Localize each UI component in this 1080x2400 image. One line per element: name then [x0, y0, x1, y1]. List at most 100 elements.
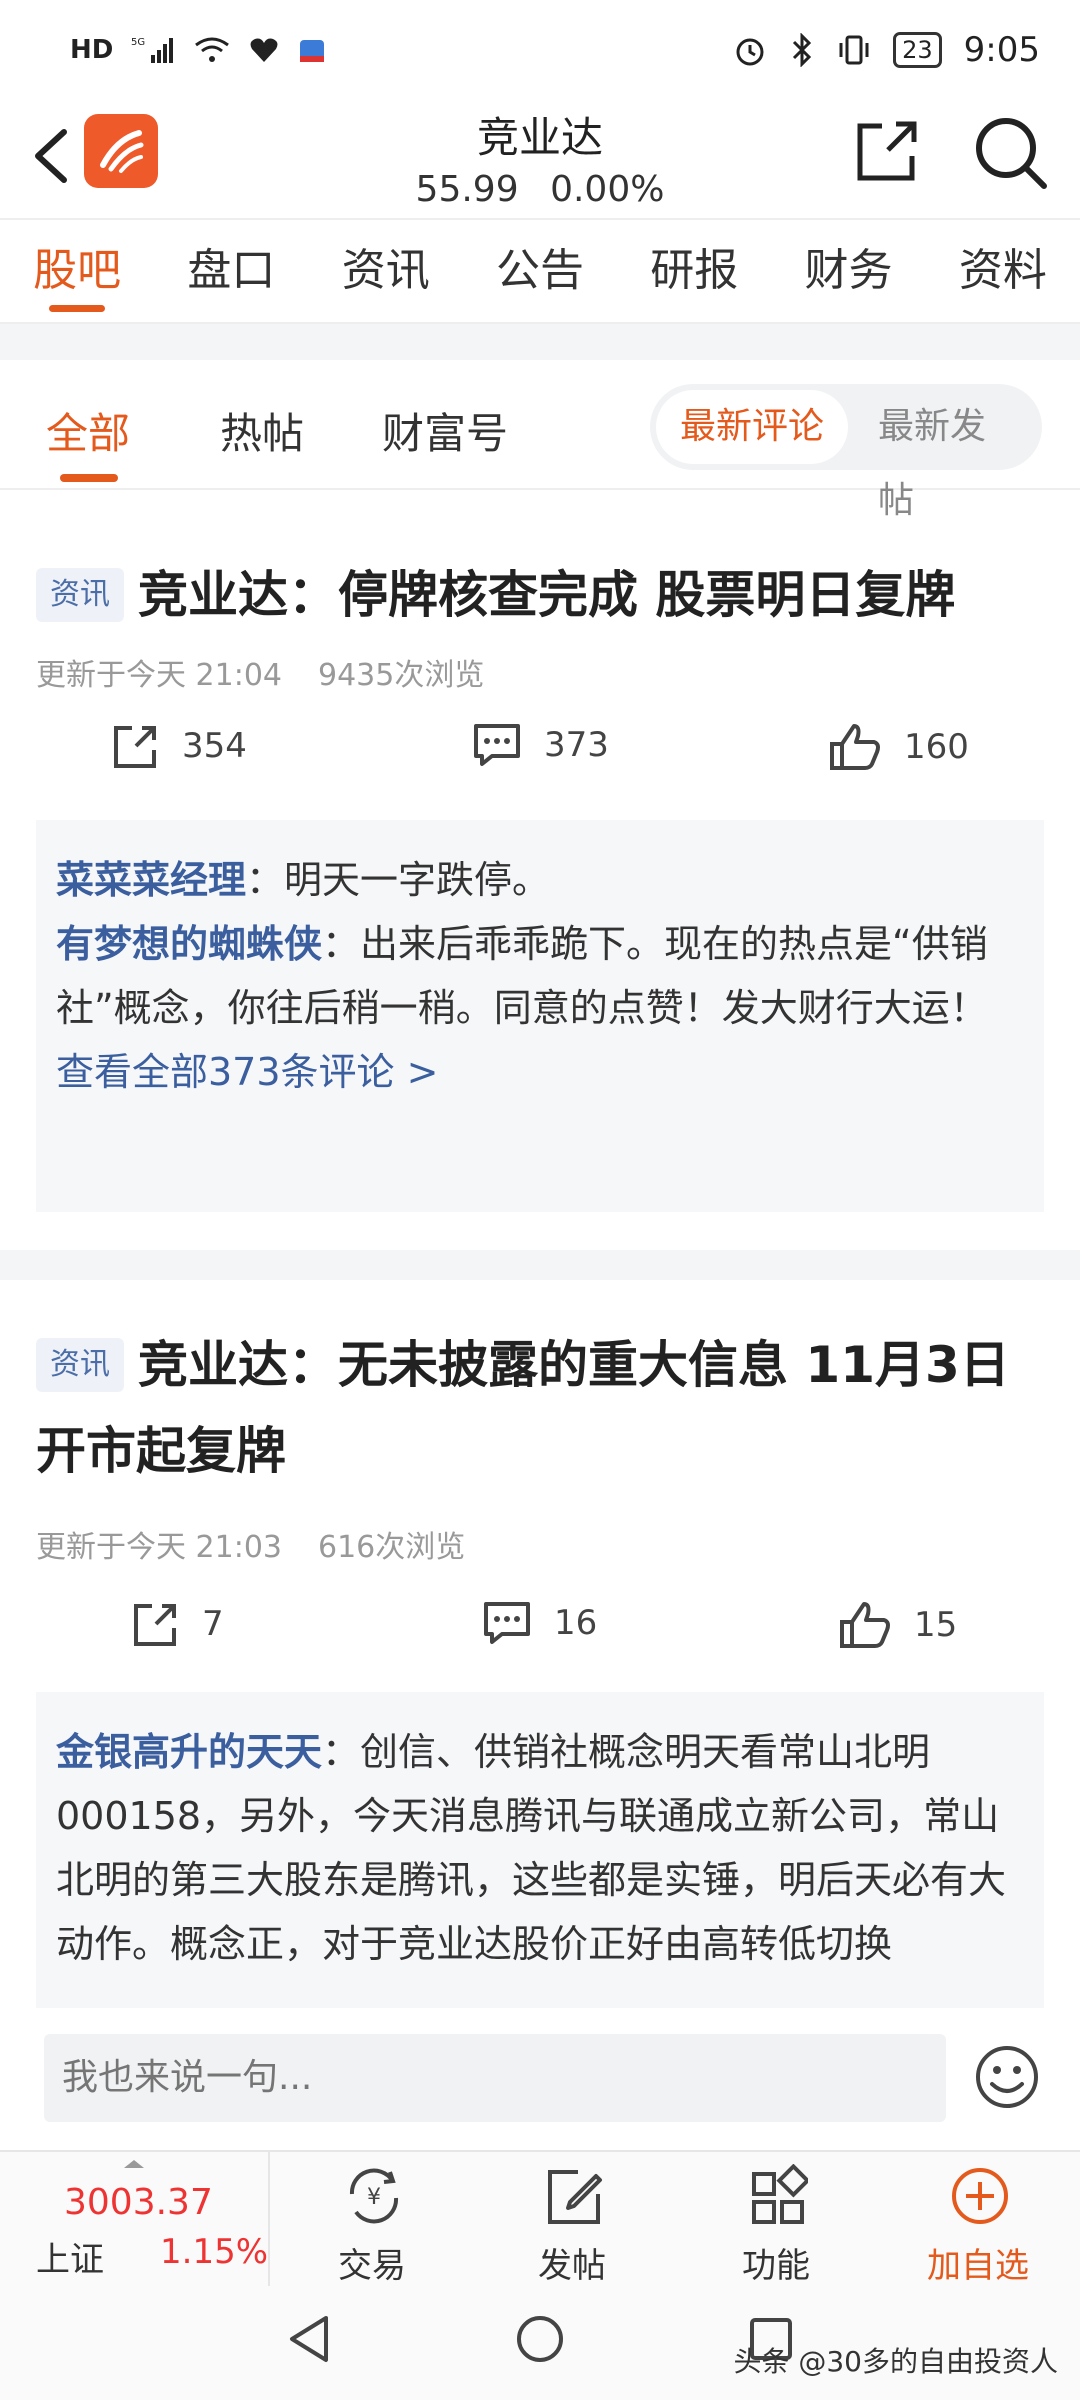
comment-icon — [474, 724, 520, 766]
nav-functions[interactable]: 功能 — [676, 2152, 876, 2288]
expand-up-icon — [124, 2160, 144, 2168]
comment-item: 菜菜菜经理：明天一字跌停。 — [56, 848, 1024, 912]
post-updated: 更新于今天 21:03 — [36, 1530, 282, 1565]
section-divider — [0, 324, 1080, 360]
sort-latest-post[interactable]: 最新发帖 — [854, 390, 1042, 521]
alarm-icon — [736, 38, 764, 66]
index-percent: 1.15% — [160, 2232, 269, 2272]
share-action[interactable]: 354 — [112, 722, 247, 770]
home-circle-icon[interactable] — [515, 2314, 565, 2364]
system-nav-bar: 头条 @30多的自由投资人 — [0, 2286, 1080, 2400]
search-icon[interactable] — [970, 112, 1050, 192]
status-bar: HD 5G 23 9:05 — [0, 0, 1080, 100]
nav-trade[interactable]: ¥ 交易 — [272, 2152, 472, 2288]
comment-preview[interactable]: 金银高升的天天：创信、供销社概念明天看常山北明000158，另外，今天消息腾讯与… — [36, 1692, 1044, 2008]
comment-count: 16 — [554, 1603, 598, 1643]
like-action[interactable]: 15 — [838, 1600, 957, 1650]
post-updated: 更新于今天 21:04 — [36, 658, 282, 693]
tab-guba[interactable]: 股吧 — [0, 218, 154, 324]
status-left-icons: HD 5G — [70, 34, 327, 66]
nav-trade-label: 交易 — [338, 2246, 406, 2286]
thumbs-up-icon — [840, 1602, 890, 1648]
tab-announcements[interactable]: 公告 — [463, 218, 617, 324]
post-title[interactable]: 资讯 竞业达：停牌核查完成 股票明日复牌 — [36, 552, 1046, 638]
comment-item: 有梦想的蜘蛛侠：出来后乖乖跪下。现在的热点是“供销社”概念，你往后稍一稍。同意的… — [56, 912, 1024, 1040]
subtab-indicator — [60, 474, 118, 482]
comment-preview[interactable]: 菜菜菜经理：明天一字跌停。 有梦想的蜘蛛侠：出来后乖乖跪下。现在的热点是“供销社… — [36, 820, 1044, 1212]
stock-change: 0.00% — [550, 169, 665, 210]
post-title-text: 竞业达：无未披露的重大信息 11月3日开市起复牌 — [36, 1336, 1010, 1480]
nav-add-watchlist[interactable]: 加自选 — [878, 2152, 1078, 2288]
comment-user[interactable]: 菜菜菜经理 — [56, 858, 246, 902]
back-triangle-icon[interactable] — [284, 2312, 334, 2366]
watermark: 头条 @30多的自由投资人 — [733, 2345, 1058, 2378]
nav-add-watchlist-label: 加自选 — [927, 2246, 1029, 2286]
share-count: 354 — [182, 726, 247, 766]
status-right-icons: 23 9:05 — [733, 30, 1040, 70]
comment-input[interactable] — [44, 2034, 946, 2122]
share-count: 7 — [202, 1604, 224, 1644]
post-views: 616次浏览 — [318, 1530, 466, 1565]
emoji-icon[interactable] — [974, 2044, 1040, 2110]
app-notification-icon — [300, 40, 325, 62]
like-count: 160 — [904, 727, 969, 767]
share-icon — [134, 1604, 176, 1646]
index-value: 3003.37 — [64, 2182, 213, 2223]
subtab-fortune[interactable]: 财富号 — [382, 400, 508, 461]
tab-profile[interactable]: 资料 — [926, 218, 1080, 324]
comment-composer — [0, 2008, 1080, 2150]
tab-research[interactable]: 研报 — [617, 218, 771, 324]
tab-pankou[interactable]: 盘口 — [154, 218, 308, 324]
wifi-icon — [195, 37, 230, 62]
comment-icon — [484, 1602, 530, 1644]
sort-toggle: 最新评论 最新发帖 — [650, 384, 1042, 521]
nav-post-label: 发帖 — [538, 2246, 606, 2286]
section-divider — [0, 1250, 1080, 1280]
sub-tabs: 全部 热帖 财富号 最新评论 最新发帖 — [0, 360, 1080, 521]
post-meta: 更新于今天 21:03 616次浏览 — [36, 1522, 465, 1566]
like-action[interactable]: 160 — [828, 722, 969, 772]
comment-action[interactable]: 373 — [472, 722, 609, 768]
app-logo — [84, 114, 158, 188]
add-circle-icon — [952, 2168, 1008, 2224]
comment-text: ：明天一字跌停。 — [246, 858, 551, 902]
post-card[interactable]: 资讯 竞业达：停牌核查完成 股票明日复牌 更新于今天 21:04 9435次浏览 3… — [0, 490, 1080, 1260]
news-tag: 资讯 — [36, 1338, 124, 1392]
bottom-nav: 3003.37 上证 1.15% ¥ 交易 发帖 功能 加自选 — [0, 2150, 1080, 2288]
back-icon[interactable] — [24, 120, 84, 190]
comment-user[interactable]: 有梦想的蜘蛛侠 — [56, 922, 322, 966]
trade-icon: ¥ — [349, 2168, 399, 2224]
share-icon — [114, 726, 156, 768]
thumbs-up-icon — [830, 724, 880, 770]
like-count: 15 — [914, 1605, 958, 1645]
clock: 9:05 — [963, 30, 1040, 70]
logo-mark-icon — [100, 130, 144, 173]
compose-icon — [548, 2170, 602, 2224]
sort-latest-comment[interactable]: 最新评论 — [656, 390, 849, 464]
tab-finance[interactable]: 财务 — [771, 218, 925, 324]
post-meta: 更新于今天 21:04 9435次浏览 — [36, 650, 484, 694]
comment-user[interactable]: 金银高升的天天 — [56, 1730, 322, 1774]
post-actions: 354 373 160 — [0, 722, 1080, 792]
share-action[interactable]: 7 — [132, 1600, 224, 1648]
post-card[interactable]: 资讯 竞业达：无未披露的重大信息 11月3日开市起复牌 更新于今天 21:03 61… — [0, 1280, 1080, 2008]
vibrate-icon — [839, 35, 869, 65]
nav-functions-label: 功能 — [742, 2246, 810, 2286]
nav-post[interactable]: 发帖 — [472, 2152, 672, 2288]
subtab-all[interactable]: 全部 — [46, 400, 130, 461]
stock-header: 竞业达 55.99 0.00% — [0, 100, 1080, 218]
comment-action[interactable]: 16 — [482, 1600, 597, 1646]
svg-text:¥: ¥ — [367, 2185, 381, 2210]
comment-item: 金银高升的天天：创信、供销社概念明天看常山北明000158，另外，今天消息腾讯与… — [56, 1720, 1024, 1976]
share-icon[interactable] — [852, 116, 922, 186]
index-ticker[interactable]: 3003.37 上证 1.15% — [0, 2152, 270, 2288]
post-title[interactable]: 资讯 竞业达：无未披露的重大信息 11月3日开市起复牌 — [36, 1322, 1046, 1494]
post-views: 9435次浏览 — [318, 658, 485, 693]
tab-news[interactable]: 资讯 — [309, 218, 463, 324]
heart-icon — [250, 38, 278, 62]
subtab-hot[interactable]: 热帖 — [220, 400, 304, 461]
comment-count: 373 — [544, 725, 609, 765]
post-title-text: 竞业达：停牌核查完成 股票明日复牌 — [138, 566, 956, 624]
view-all-comments-link[interactable]: 查看全部373条评论 > — [56, 1040, 1024, 1104]
index-name: 上证 — [36, 2240, 104, 2280]
